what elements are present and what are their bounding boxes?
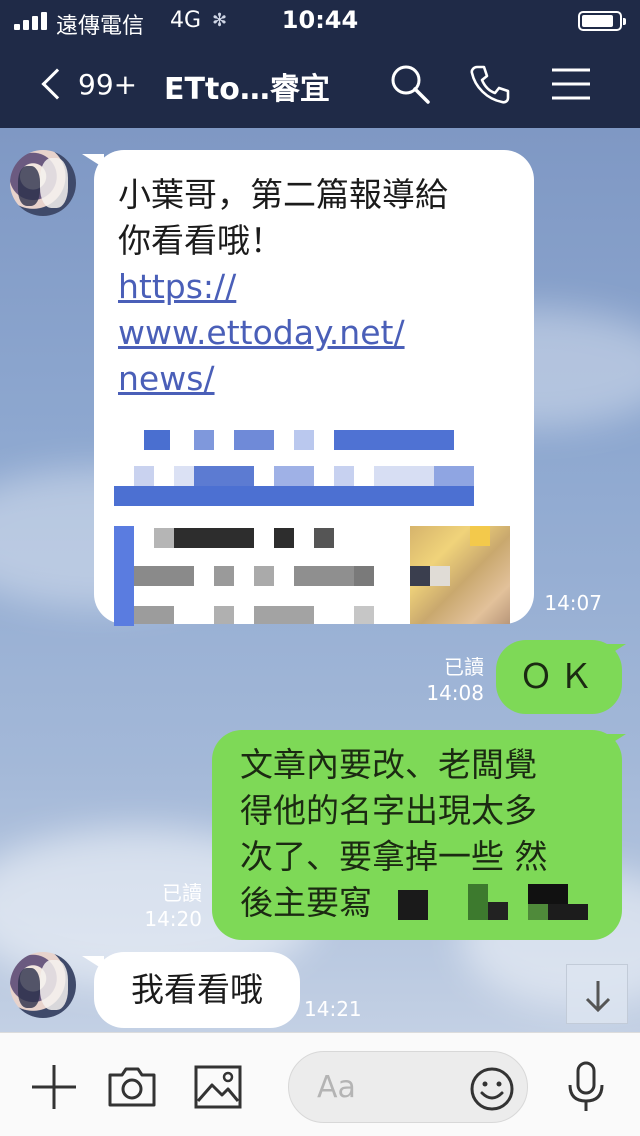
message-bubble-outgoing[interactable]: 文章內要改、老闆覺 得他的名字出現太多 次了、要拿掉一些 然 後主要寫 xyxy=(212,730,622,940)
message-link[interactable]: news/ xyxy=(118,356,448,402)
status-time: 10:44 xyxy=(281,6,359,34)
arrow-down-icon xyxy=(585,981,611,1013)
contact-avatar[interactable] xyxy=(10,150,76,216)
message-text-line: 得他的名字出現太多 xyxy=(240,791,537,830)
message-time: 14:08 xyxy=(426,681,484,705)
read-receipt: 已讀 xyxy=(162,881,202,905)
status-bar: 遠傳電信 4G ✻ 10:44 xyxy=(0,0,640,40)
image-icon[interactable] xyxy=(192,1061,244,1113)
message-text-line: 文章內要改、老闆覺 xyxy=(240,745,537,784)
plus-icon[interactable] xyxy=(28,1061,80,1113)
message-bubble-outgoing[interactable]: ＯＫ xyxy=(496,640,622,714)
input-bar: Aa xyxy=(0,1032,640,1136)
message-time: 14:07 xyxy=(544,591,602,615)
message-bubble-incoming[interactable]: 小葉哥，第二篇報導給 你看看哦！ https:// www.ettoday.ne… xyxy=(94,150,534,626)
message-input-placeholder: Aa xyxy=(317,1070,356,1105)
battery-level xyxy=(582,15,613,27)
censored-text xyxy=(398,884,598,924)
chat-area[interactable]: 小葉哥，第二篇報導給 你看看哦！ https:// www.ettoday.ne… xyxy=(0,128,640,1032)
link-preview-card[interactable] xyxy=(94,420,534,626)
microphone-icon[interactable] xyxy=(560,1061,612,1113)
read-receipt: 已讀 xyxy=(444,655,484,679)
camera-icon[interactable] xyxy=(106,1061,158,1113)
back-button[interactable]: 99+ xyxy=(36,58,137,110)
message-link[interactable]: www.ettoday.net/ xyxy=(118,310,448,356)
search-icon[interactable] xyxy=(388,62,432,106)
phone-icon[interactable] xyxy=(468,62,512,106)
emoji-icon[interactable] xyxy=(469,1066,515,1112)
chat-header: 99+ ETto…睿宜 xyxy=(0,40,640,128)
message-text-line: 小葉哥，第二篇報導給 xyxy=(118,175,448,214)
menu-icon[interactable] xyxy=(550,62,594,106)
contact-avatar[interactable] xyxy=(10,952,76,1018)
message-input[interactable]: Aa xyxy=(288,1051,528,1123)
chevron-left-icon xyxy=(41,68,73,100)
message-text-line: 你看看哦！ xyxy=(118,221,283,260)
unread-count: 99+ xyxy=(78,67,138,101)
battery-icon xyxy=(578,11,626,31)
message-time: 14:21 xyxy=(304,997,362,1021)
chat-title[interactable]: ETto…睿宜 xyxy=(164,64,330,108)
scroll-to-bottom-button[interactable] xyxy=(566,964,628,1024)
message-link[interactable]: https:// xyxy=(118,264,448,310)
message-time: 14:20 xyxy=(144,907,202,931)
message-text-line: 次了、要拿掉一些 然 xyxy=(240,837,548,876)
message-bubble-incoming[interactable]: 我看看哦 xyxy=(94,952,300,1028)
